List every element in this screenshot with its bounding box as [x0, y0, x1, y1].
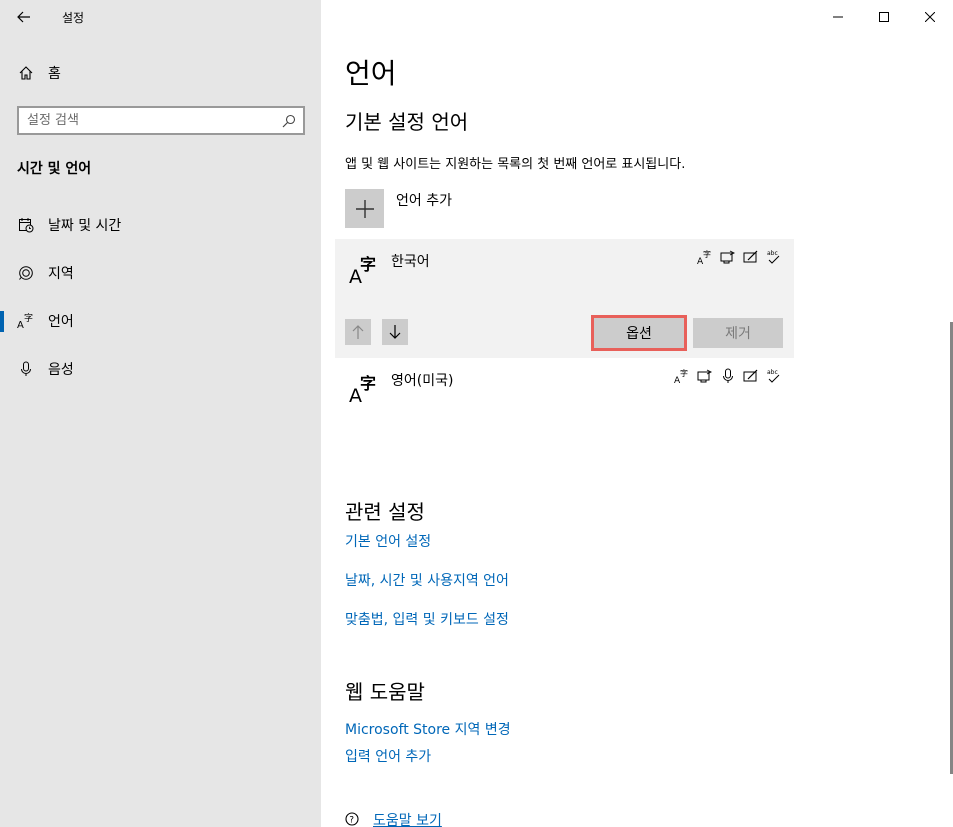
- handwriting-icon: [742, 248, 759, 265]
- sidebar: 설정 홈 시간 및 언어 날짜 및 시간 지역 A字 언어: [0, 0, 321, 827]
- spell-check-icon: abc: [765, 367, 782, 384]
- language-icon: A字: [17, 312, 35, 330]
- language-name: 영어(미국): [391, 373, 454, 389]
- sidebar-item-datetime[interactable]: 날짜 및 시간: [0, 205, 321, 245]
- nav-home-label: 홈: [48, 66, 61, 82]
- sidebar-item-label: 지역: [48, 266, 74, 282]
- svg-text:A: A: [17, 320, 24, 330]
- sidebar-item-label: 언어: [48, 314, 74, 330]
- get-help-row[interactable]: ? 도움말 보기: [345, 810, 442, 827]
- sidebar-item-region[interactable]: 지역: [0, 253, 321, 293]
- language-feature-icons: A字 abc: [696, 248, 782, 265]
- home-icon: [17, 64, 35, 82]
- display-language-icon: A字: [673, 367, 690, 384]
- move-up-button[interactable]: [345, 319, 371, 345]
- main-content: 언어 기본 설정 언어 앱 및 웹 사이트는 지원하는 목록의 첫 번째 언어로…: [321, 0, 953, 827]
- arrow-down-icon: [389, 325, 401, 339]
- language-glyph-icon: A 字: [349, 255, 376, 285]
- sidebar-item-label: 음성: [48, 362, 74, 378]
- arrow-up-icon: [352, 325, 364, 339]
- language-glyph-icon: A 字: [349, 374, 376, 404]
- options-button[interactable]: 옵션: [591, 315, 687, 351]
- link-add-input-language[interactable]: 입력 언어 추가: [345, 746, 431, 766]
- handwriting-icon: [742, 367, 759, 384]
- add-language-button[interactable]: 언어 추가: [345, 189, 452, 228]
- link-default-language-settings[interactable]: 기본 언어 설정: [345, 531, 431, 551]
- svg-text:字: 字: [360, 374, 376, 393]
- speech-recognition-icon: [719, 367, 736, 384]
- web-help-heading: 웹 도움말: [345, 680, 425, 704]
- add-tile: [345, 189, 384, 228]
- spell-check-icon: abc: [765, 248, 782, 265]
- get-help-link[interactable]: 도움말 보기: [373, 810, 442, 827]
- related-settings-heading: 관련 설정: [345, 500, 425, 524]
- sidebar-section-title: 시간 및 언어: [17, 161, 92, 177]
- svg-text:?: ?: [349, 816, 354, 826]
- sidebar-item-label: 날짜 및 시간: [48, 218, 122, 234]
- link-change-store-region[interactable]: Microsoft Store 지역 변경: [345, 719, 511, 739]
- plus-icon: [355, 199, 374, 218]
- page-title: 언어: [345, 57, 397, 90]
- language-item-korean[interactable]: A 字 한국어 A字 abc 옵션 제거: [335, 239, 794, 358]
- svg-text:字: 字: [24, 312, 33, 324]
- move-down-button[interactable]: [382, 319, 408, 345]
- display-language-icon: A字: [696, 248, 713, 265]
- preferred-languages-description: 앱 및 웹 사이트는 지원하는 목록의 첫 번째 언어로 표시됩니다.: [345, 157, 686, 172]
- active-indicator: [0, 311, 4, 332]
- preferred-languages-heading: 기본 설정 언어: [345, 110, 469, 134]
- link-spelling-typing-keyboard[interactable]: 맞춤법, 입력 및 키보드 설정: [345, 609, 509, 629]
- language-name: 한국어: [391, 254, 430, 270]
- text-to-speech-icon: [719, 248, 736, 265]
- globe-icon: [17, 264, 35, 282]
- svg-text:abc: abc: [767, 369, 778, 376]
- add-language-label: 언어 추가: [396, 193, 452, 209]
- back-button[interactable]: [0, 0, 48, 34]
- svg-text:abc: abc: [767, 250, 778, 257]
- search-input[interactable]: [19, 108, 275, 133]
- back-arrow-icon: [17, 11, 30, 23]
- text-to-speech-icon: [696, 367, 713, 384]
- remove-button[interactable]: 제거: [693, 318, 783, 348]
- sidebar-item-speech[interactable]: 음성: [0, 349, 321, 389]
- sidebar-item-language[interactable]: A字 언어: [0, 301, 321, 341]
- svg-text:字: 字: [703, 249, 711, 259]
- help-chat-icon: ?: [345, 812, 359, 826]
- svg-text:字: 字: [680, 368, 688, 378]
- link-date-time-region[interactable]: 날짜, 시간 및 사용지역 언어: [345, 570, 509, 590]
- svg-text:字: 字: [360, 255, 376, 274]
- nav-home[interactable]: 홈: [0, 53, 321, 93]
- titlebar-left: 설정: [0, 0, 321, 34]
- search-box[interactable]: [17, 106, 305, 135]
- calendar-clock-icon: [17, 216, 35, 234]
- language-feature-icons: A字 abc: [673, 367, 782, 384]
- search-icon[interactable]: [275, 114, 303, 128]
- app-title: 설정: [62, 10, 85, 25]
- language-item-english[interactable]: A 字 영어(미국) A字 abc: [335, 358, 794, 418]
- microphone-icon: [17, 360, 35, 378]
